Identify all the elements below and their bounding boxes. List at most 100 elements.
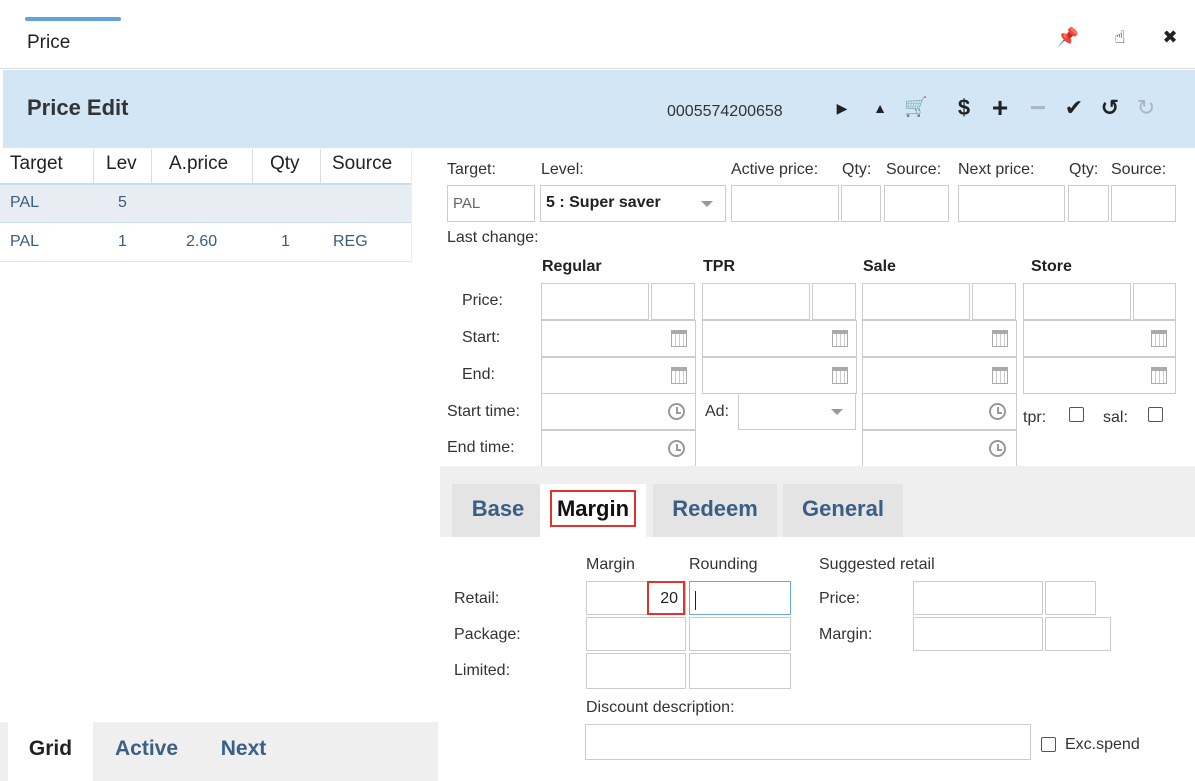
level-select[interactable]: 5 : Super saver xyxy=(540,185,726,222)
calendar-icon[interactable] xyxy=(992,367,1008,384)
suggested-price-qty-field[interactable] xyxy=(1045,581,1096,615)
tab-margin[interactable]: Margin xyxy=(540,484,646,537)
active-qty-field[interactable] xyxy=(841,185,881,222)
next-qty-field[interactable] xyxy=(1068,185,1109,222)
store-start-field[interactable] xyxy=(1023,320,1176,357)
regular-end-time-field[interactable] xyxy=(541,430,696,467)
column-header-qty[interactable]: Qty xyxy=(270,153,300,175)
clock-icon[interactable] xyxy=(989,440,1006,457)
section-sale: Sale xyxy=(863,258,896,275)
plus-icon[interactable]: + xyxy=(987,94,1013,122)
sale-start-field[interactable] xyxy=(862,320,1017,357)
cart-icon[interactable]: 🛒 xyxy=(903,94,929,122)
tpr-start-field[interactable] xyxy=(702,320,857,357)
calendar-icon[interactable] xyxy=(1151,330,1167,347)
tab-redeem[interactable]: Redeem xyxy=(653,484,777,537)
column-header-source[interactable]: Source xyxy=(332,153,392,175)
discount-description-field[interactable] xyxy=(585,724,1031,760)
divider xyxy=(0,68,1195,69)
regular-start-field[interactable] xyxy=(541,320,696,357)
suggested-margin-field[interactable] xyxy=(913,617,1043,651)
store-qty-field[interactable] xyxy=(1133,283,1176,320)
clock-icon[interactable] xyxy=(668,440,685,457)
window-title: Price xyxy=(27,32,71,53)
dollar-icon[interactable]: $ xyxy=(951,94,977,122)
calendar-icon[interactable] xyxy=(832,330,848,347)
table-row[interactable]: PAL 1 2.60 1 REG xyxy=(0,224,411,262)
column-header-aprice[interactable]: A.price xyxy=(169,153,228,175)
minus-icon[interactable]: − xyxy=(1025,94,1051,122)
retail-rounding-field[interactable] xyxy=(689,581,791,615)
undo-icon[interactable]: ↺ xyxy=(1097,94,1123,122)
cell-target: PAL xyxy=(10,233,40,250)
clock-icon[interactable] xyxy=(668,403,685,420)
limited-margin-field[interactable] xyxy=(586,653,686,689)
refresh-icon[interactable]: ↻ xyxy=(1133,94,1159,122)
next-price-field[interactable] xyxy=(958,185,1065,222)
tpr-end-field[interactable] xyxy=(702,357,857,394)
next-source-field[interactable] xyxy=(1111,185,1176,222)
exc-spend-checkbox[interactable] xyxy=(1041,737,1056,752)
store-end-field[interactable] xyxy=(1023,357,1176,394)
table-row[interactable]: PAL 5 xyxy=(0,185,411,223)
regular-qty-field[interactable] xyxy=(651,283,695,320)
package-margin-field[interactable] xyxy=(586,617,686,651)
barcode: 0005574200658 xyxy=(667,103,783,120)
limited-rounding-field[interactable] xyxy=(689,653,791,689)
suggested-price-field[interactable] xyxy=(913,581,1043,615)
column-header-target[interactable]: Target xyxy=(10,153,63,175)
calendar-icon[interactable] xyxy=(992,330,1008,347)
next-icon[interactable]: ▶ xyxy=(829,94,855,122)
level-label: Level: xyxy=(541,161,584,178)
tpr-qty-field[interactable] xyxy=(812,283,856,320)
sale-end-time-field[interactable] xyxy=(862,430,1017,467)
discount-description-label: Discount description: xyxy=(586,699,735,716)
suggested-price-label: Price: xyxy=(819,590,860,607)
sal-checkbox[interactable] xyxy=(1148,407,1163,422)
ad-select[interactable] xyxy=(738,393,856,430)
sale-end-field[interactable] xyxy=(862,357,1017,394)
price-label: Price: xyxy=(462,292,503,309)
active-source-field[interactable] xyxy=(884,185,949,222)
regular-start-time-field[interactable] xyxy=(541,393,696,430)
tab-grid[interactable]: Grid xyxy=(8,722,93,781)
package-rounding-field[interactable] xyxy=(689,617,791,651)
calendar-icon[interactable] xyxy=(671,367,687,384)
tab-base[interactable]: Base xyxy=(452,484,544,537)
tab-general[interactable]: General xyxy=(783,484,903,537)
column-header-lev[interactable]: Lev xyxy=(106,153,137,175)
tab-next[interactable]: Next xyxy=(200,722,287,781)
cell-source: REG xyxy=(333,233,368,250)
active-price-field[interactable] xyxy=(731,185,839,222)
suggested-margin-extra-field[interactable] xyxy=(1045,617,1111,651)
store-price-field[interactable] xyxy=(1023,283,1131,320)
section-regular: Regular xyxy=(542,258,602,275)
start-time-label: Start time: xyxy=(447,403,520,420)
up-icon[interactable]: ▲ xyxy=(867,94,893,122)
tpr-checkbox[interactable] xyxy=(1069,407,1084,422)
suggested-margin-label: Margin: xyxy=(819,626,873,643)
close-icon[interactable]: ✖ xyxy=(1158,27,1182,48)
source-label: Source: xyxy=(886,161,942,178)
grid-header: Target Lev A.price Qty Source xyxy=(0,149,411,185)
margin-column-label: Margin xyxy=(586,556,635,573)
calendar-icon[interactable] xyxy=(1151,367,1167,384)
pin-icon[interactable]: 📌 xyxy=(1056,27,1080,48)
regular-price-field[interactable] xyxy=(541,283,649,320)
sale-qty-field[interactable] xyxy=(972,283,1016,320)
calendar-icon[interactable] xyxy=(671,330,687,347)
retail-label: Retail: xyxy=(454,590,500,607)
sale-price-field[interactable] xyxy=(862,283,970,320)
clock-icon[interactable] xyxy=(989,403,1006,420)
tpr-price-field[interactable] xyxy=(702,283,810,320)
package-label: Package: xyxy=(454,626,521,643)
retail-margin-field[interactable]: 20 xyxy=(586,581,686,615)
tab-active[interactable]: Active xyxy=(97,722,196,781)
sale-start-time-field[interactable] xyxy=(862,393,1017,430)
check-icon[interactable]: ✔ xyxy=(1061,94,1087,122)
calendar-icon[interactable] xyxy=(832,367,848,384)
regular-end-field[interactable] xyxy=(541,357,696,394)
touch-icon[interactable]: ☝ xyxy=(1108,27,1132,48)
exc-spend-label: Exc.spend xyxy=(1065,736,1140,753)
target-field[interactable]: PAL xyxy=(447,185,535,222)
